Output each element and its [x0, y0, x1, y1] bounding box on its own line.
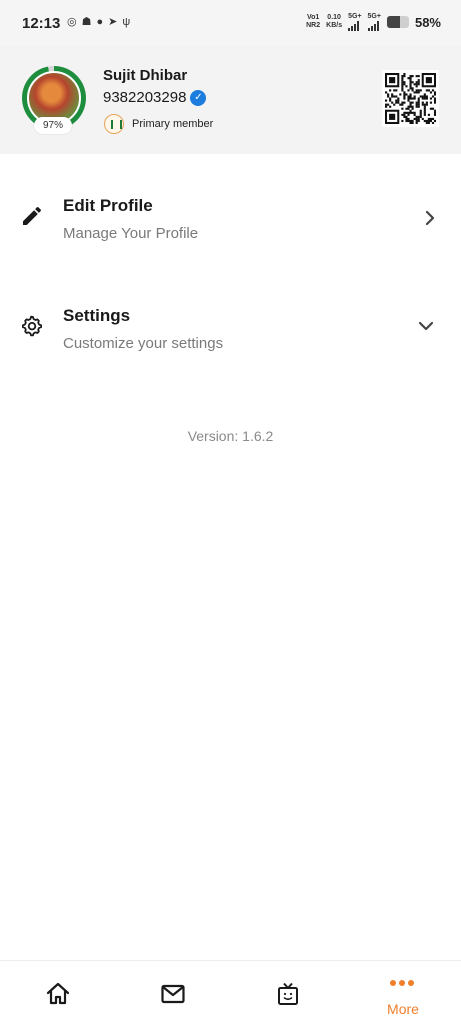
profile-name: Sujit Dhibar: [103, 67, 188, 84]
profile-header[interactable]: 97% Sujit Dhibar 9382203298 ✓ Primary me…: [0, 46, 461, 154]
profile-completion-badge: 97%: [34, 117, 72, 134]
app-version: Version: 1.6.2: [187, 428, 274, 444]
edit-profile-title: Edit Profile: [63, 196, 153, 215]
telegram-icon: ➤: [108, 16, 118, 28]
pencil-icon: [23, 206, 42, 225]
signal-bars-icon: [348, 21, 361, 31]
battery-percent: 58%: [414, 14, 441, 30]
signal-bars-icon: [367, 21, 381, 31]
volte-indicator: Vo1 NR2: [306, 14, 320, 30]
signal-2: 5G+: [367, 13, 381, 31]
menu-item-settings[interactable]: Settings Customize your settings: [0, 285, 461, 375]
status-time: 12:13: [22, 15, 61, 32]
profile-phone-row: 9382203298 ✓: [103, 89, 207, 106]
system-status: Vo1 NR2 0.10 KB/s 5G+ 5G+ 58%: [306, 13, 441, 31]
signal-1: 5G+: [348, 13, 362, 31]
home-icon: [46, 982, 70, 1005]
chevron-right-icon: [425, 210, 435, 226]
usb-icon: ψ: [122, 16, 131, 28]
edit-profile-subtitle: Manage Your Profile: [63, 225, 199, 242]
nr-label: NR2: [306, 22, 321, 29]
nav-more-label: More: [387, 1001, 419, 1017]
nav-home[interactable]: [17, 961, 97, 1024]
network-type-1: 5G+: [348, 13, 362, 20]
settings-subtitle: Customize your settings: [63, 335, 224, 352]
verified-badge-icon: ✓: [190, 89, 207, 106]
bottom-navigation: More: [0, 960, 461, 1024]
network-type-2: 5G+: [367, 13, 381, 20]
chat-icon: ●: [96, 16, 104, 28]
party-logo-icon: [104, 114, 124, 134]
snapchat-icon: ☗: [81, 16, 92, 28]
speed-value: 0.10: [327, 14, 341, 21]
membership-row: Primary member: [104, 114, 213, 134]
nav-messages[interactable]: [132, 961, 212, 1024]
settings-title: Settings: [63, 306, 131, 325]
network-speed: 0.10 KB/s: [326, 14, 342, 30]
menu-item-edit-profile[interactable]: Edit Profile Manage Your Profile: [0, 175, 461, 265]
profile-phone: 9382203298: [103, 89, 187, 106]
more-dots-icon: [390, 980, 414, 986]
volte-label: Vo1: [306, 14, 320, 21]
mail-icon: [161, 984, 185, 1004]
status-bar: 12:13 ◎ ☗ ● ➤ ψ Vo1 NR2 0.10 KB/s 5G+ 5G…: [0, 0, 461, 46]
news-icon: [278, 982, 298, 1005]
qr-code-icon: [385, 73, 436, 124]
notification-icons: ◎ ☗ ● ➤ ψ: [67, 16, 130, 28]
gear-icon: [21, 315, 42, 337]
battery-icon: [386, 16, 409, 28]
speed-unit: KB/s: [326, 22, 343, 29]
membership-type: Primary member: [132, 118, 214, 130]
nav-more[interactable]: More: [363, 961, 443, 1024]
instagram-icon: ◎: [67, 16, 77, 28]
qr-code[interactable]: [382, 70, 439, 127]
chevron-down-icon: [418, 321, 434, 331]
nav-news[interactable]: [247, 961, 327, 1024]
